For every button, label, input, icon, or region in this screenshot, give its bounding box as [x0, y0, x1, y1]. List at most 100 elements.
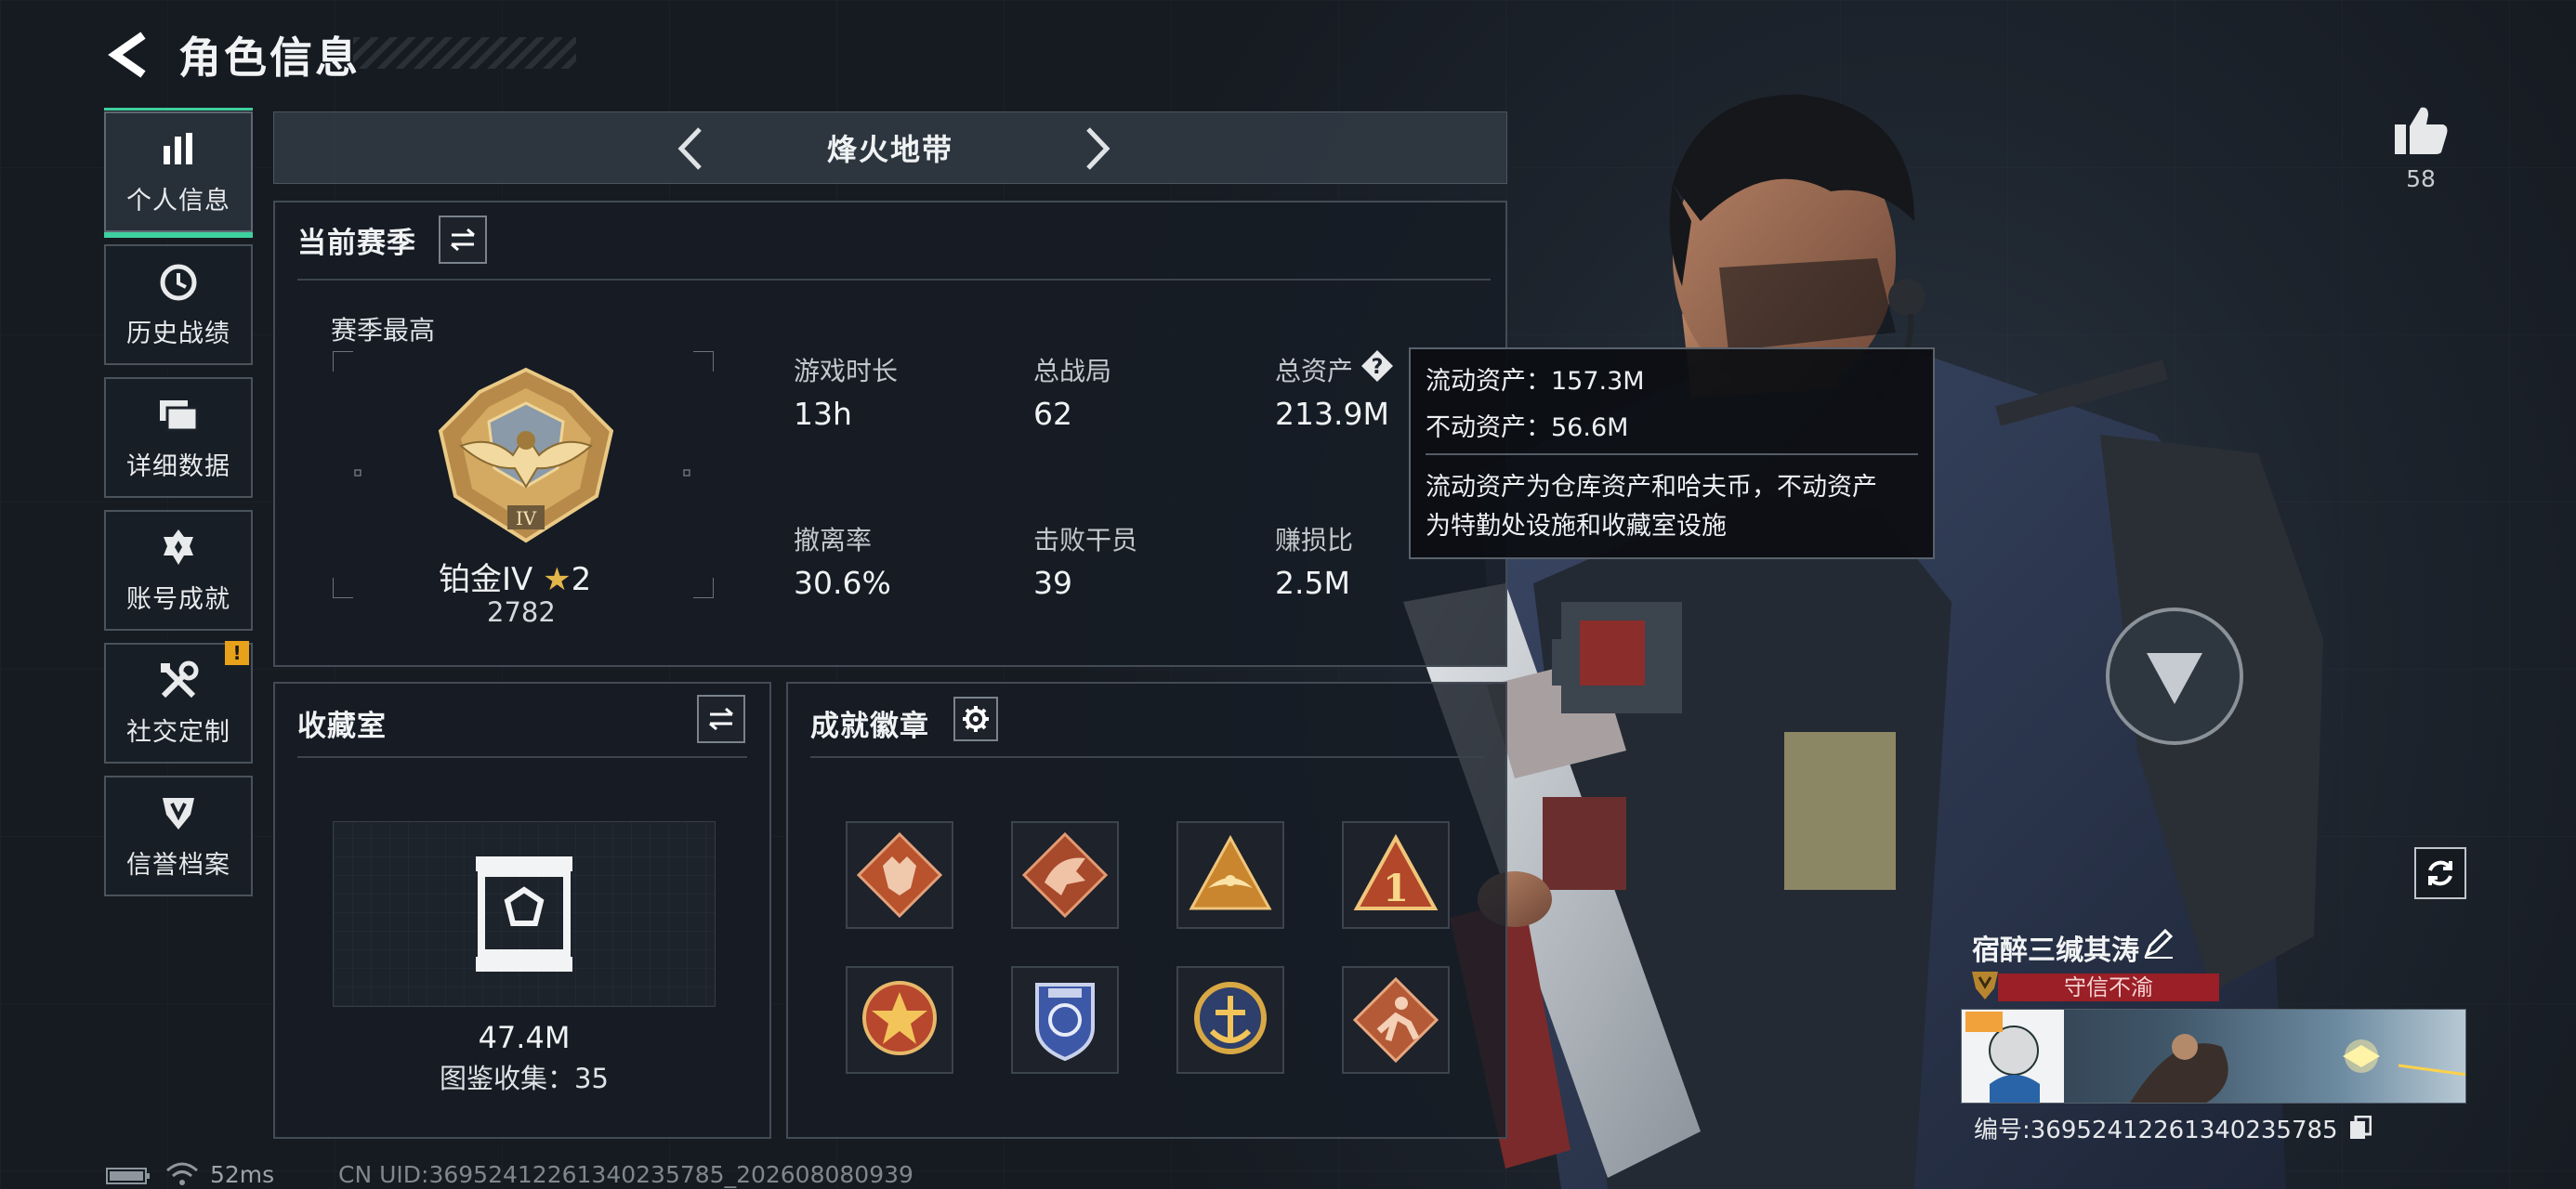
- rank-star-count: 2: [571, 561, 592, 598]
- nav-label: 历史战绩: [126, 319, 230, 348]
- rank-score: 2782: [487, 596, 556, 628]
- nav-label: 信誉档案: [126, 850, 230, 880]
- stat-value: 39: [1033, 565, 1072, 601]
- collection-value: 47.4M: [478, 1020, 571, 1055]
- stat-label: 撤离率: [794, 525, 873, 555]
- nav-item-social-custom[interactable]: 社交定制 !: [104, 641, 253, 764]
- number-one-badge-icon: 1: [1353, 833, 1439, 910]
- mode-prev-button[interactable]: [666, 125, 713, 172]
- season-best-label: 赛季最高: [331, 315, 436, 346]
- divider: [297, 279, 1491, 281]
- swap-icon: [451, 228, 475, 252]
- nav-label: 详细数据: [126, 451, 230, 481]
- display-case-icon: [476, 856, 572, 972]
- tooltip-description: 流动资产为仓库资产和哈夫币，不动资产: [1426, 473, 1877, 502]
- star-medal-badge-icon: [862, 981, 937, 1055]
- collection-count: 图鉴收集：35: [440, 1063, 609, 1094]
- notification-badge: !: [225, 641, 249, 665]
- dragon-badge-icon: [1021, 831, 1109, 919]
- clock-icon: [157, 261, 200, 304]
- stat-label: 总资产: [1275, 356, 1354, 386]
- badges-settings-button[interactable]: [953, 697, 998, 741]
- collection-title: 收藏室: [297, 710, 387, 743]
- likes-button[interactable]: 58: [2388, 104, 2453, 192]
- stat-value: 213.9M: [1275, 396, 1389, 432]
- thumbs-up-icon: [2395, 107, 2448, 154]
- chevron-left-icon: [677, 127, 702, 170]
- runner-badge-icon: [1352, 976, 1439, 1064]
- stat-label: 总战局: [1033, 356, 1112, 386]
- stat-value: 13h: [794, 396, 852, 432]
- star-icon: ★: [543, 561, 572, 598]
- season-swap-button[interactable]: [439, 216, 487, 264]
- uid-text: CN UID:36952412261340235785_202608080939: [338, 1161, 913, 1188]
- police-badge-icon: [1035, 983, 1095, 1062]
- nav-label: 个人信息: [126, 186, 230, 216]
- wing-badge-icon: [1189, 834, 1272, 910]
- folder-icon: [157, 394, 200, 437]
- nav-label: 社交定制: [126, 717, 230, 747]
- player-card-id: 编号:36952412261340235785: [1974, 1111, 2372, 1146]
- nav-item-account-achievements[interactable]: 账号成就: [104, 510, 253, 631]
- credit-shield-icon: [157, 792, 200, 835]
- badge-slot[interactable]: 1: [1342, 821, 1450, 929]
- bar-chart-icon: [157, 128, 200, 171]
- tooltip-liquid-assets: 流动资产：157.3M: [1426, 367, 1645, 396]
- help-button[interactable]: ?: [1360, 349, 1394, 383]
- title-decoration: [353, 37, 576, 69]
- mode-next-button[interactable]: [1075, 125, 1122, 172]
- wifi-icon: [166, 1162, 198, 1185]
- badges-title: 成就徽章: [810, 710, 929, 743]
- back-arrow-icon: [108, 32, 146, 78]
- stat-label: 赚损比: [1275, 525, 1354, 555]
- help-icon: ?: [1361, 350, 1393, 382]
- nav-item-detailed-data[interactable]: 详细数据: [104, 377, 253, 498]
- page-title: 角色信息: [178, 33, 361, 83]
- swap-icon: [709, 707, 733, 731]
- tooltip-fixed-assets: 不动资产：56.6M: [1426, 413, 1629, 442]
- likes-count: 58: [2406, 165, 2436, 192]
- refresh-icon: [2428, 860, 2452, 886]
- collection-swap-button[interactable]: [697, 695, 745, 743]
- anchor-medal-badge-icon: [1194, 982, 1267, 1054]
- svg-text:1: 1: [1383, 867, 1409, 910]
- rank-emblem-text: IV: [516, 507, 537, 529]
- nav-item-personal-info[interactable]: 个人信息: [104, 108, 253, 238]
- ping-value: 52ms: [210, 1161, 275, 1188]
- achievement-icon: [157, 527, 200, 569]
- edit-name-button[interactable]: [2143, 927, 2176, 960]
- copy-icon[interactable]: [2349, 1115, 2372, 1146]
- badge-slot[interactable]: [1011, 821, 1119, 929]
- nav-item-credit-file[interactable]: 信誉档案: [104, 776, 253, 896]
- side-nav: 个人信息 历史战绩 详细数据 账号成就 社交定制 ! 信誉档案: [104, 108, 253, 908]
- divider: [810, 756, 1483, 758]
- refresh-button[interactable]: [2414, 847, 2466, 899]
- badge-slot[interactable]: [846, 821, 953, 929]
- back-button[interactable]: [97, 22, 162, 87]
- tools-icon: [157, 660, 200, 702]
- badge-slot[interactable]: [1342, 966, 1450, 1074]
- pencil-icon: [2144, 928, 2174, 959]
- stat-label: 击败干员: [1033, 525, 1138, 555]
- rank-name: 铂金IV ★2: [439, 561, 592, 598]
- badge-slot[interactable]: [1176, 821, 1284, 929]
- tooltip-description: 为特勤处设施和收藏室设施: [1426, 512, 1727, 541]
- nav-label: 账号成就: [126, 584, 230, 614]
- stat-label: 游戏时长: [794, 356, 899, 386]
- wolf-badge-icon: [856, 831, 943, 919]
- badge-slot[interactable]: [1011, 966, 1119, 1074]
- chevron-right-icon: [1086, 127, 1111, 170]
- tooltip-divider: [1426, 453, 1918, 455]
- gear-icon: [963, 706, 989, 732]
- stat-value: 62: [1033, 396, 1072, 432]
- badge-slot[interactable]: [1176, 966, 1284, 1074]
- divider: [297, 756, 747, 758]
- battery-icon: [106, 1168, 150, 1184]
- badge-slot[interactable]: [846, 966, 953, 1074]
- player-card-art: [1962, 1010, 2465, 1103]
- svg-text:?: ?: [1372, 356, 1384, 379]
- nav-item-history[interactable]: 历史战绩: [104, 244, 253, 365]
- asset-tooltip: 流动资产：157.3M 不动资产：56.6M 流动资产为仓库资产和哈夫币，不动资…: [1409, 347, 1935, 559]
- player-card[interactable]: [1961, 1009, 2466, 1104]
- rank-emblem-icon: IV: [438, 367, 614, 543]
